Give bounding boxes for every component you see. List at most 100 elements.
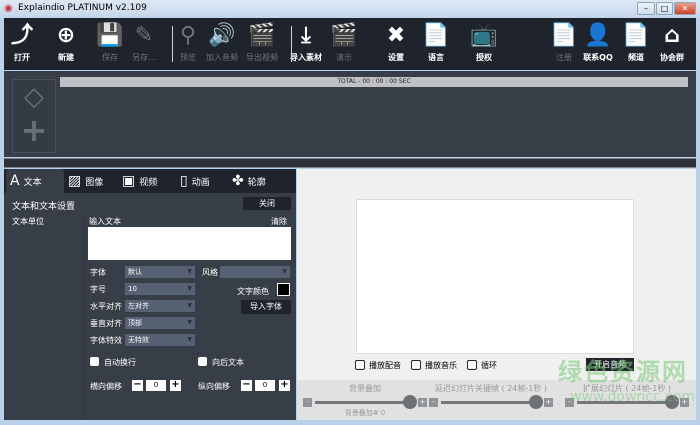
play-voice-label: 播放配音: [369, 361, 401, 370]
toolbar-button-label: 联系QQ: [583, 53, 613, 62]
close-panel-button[interactable]: 关闭: [243, 197, 291, 210]
speaker-icon: 🔊: [208, 23, 236, 48]
tv-icon: 📺: [470, 23, 498, 48]
slider-minus[interactable]: -: [303, 398, 312, 407]
toolbar-button-1[interactable]: ⊕ 新建: [44, 22, 88, 63]
backward-text-checkbox[interactable]: [198, 357, 207, 366]
tab-0[interactable]: A 文本: [6, 169, 64, 193]
timeline-total: TOTAL - 00 : 00 : 00 SEC: [60, 77, 688, 87]
toolbar-button-label: 注册: [556, 53, 572, 62]
toolbar-button-15[interactable]: ⌂ 协会群: [650, 22, 694, 63]
loop-checkbox[interactable]: [467, 360, 477, 370]
tab-label: 动画: [191, 178, 210, 188]
slider-minus[interactable]: -: [429, 398, 438, 407]
toolbar: ⤴ 打开 ⊕ 新建 💾 保存 ✎ 另存... ⚲ 预览 🔊 加入音频 🎬 导出视频 ⤓ 导入素材 🎬 演示 ✖ 设置 📄…: [4, 18, 696, 70]
minimize-button[interactable]: –: [637, 2, 655, 15]
tab-3[interactable]: ▯ 动画: [176, 169, 230, 193]
tab-icon: ▨: [68, 173, 82, 189]
certificate-icon: 📄: [422, 23, 450, 48]
maximize-button[interactable]: □: [656, 2, 673, 15]
open-file-icon: ⤴: [10, 23, 33, 48]
slider-0: 背景叠加 - + 背景叠加# 0: [303, 380, 427, 420]
h-offset-minus[interactable]: −: [132, 380, 143, 391]
input-text-label: 输入文本: [89, 217, 121, 226]
divider: [84, 215, 85, 420]
tab-icon: ▣: [122, 173, 136, 189]
toolbar-button-label: 保存: [102, 53, 118, 62]
play-voice-checkbox[interactable]: [355, 360, 365, 370]
v-offset-value[interactable]: 0: [255, 380, 275, 391]
tools-icon: ✖: [386, 23, 406, 48]
toolbar-button-8[interactable]: 🎬 演示: [322, 22, 366, 63]
tab-label: 视频: [139, 178, 158, 188]
add-slide-icon[interactable]: +: [13, 114, 55, 146]
tab-2[interactable]: ▣ 视频: [118, 169, 172, 193]
import-font-button[interactable]: 导入字体: [241, 300, 291, 314]
slider-plus[interactable]: +: [544, 398, 553, 407]
toolbar-button-9[interactable]: ✖ 设置: [374, 22, 418, 63]
slider-value: 背景叠加# 0: [344, 409, 386, 417]
effect-select[interactable]: 无特效: [125, 334, 195, 346]
window-title: Explaindio PLATINUM v2.109: [18, 3, 147, 13]
tab-1[interactable]: ▨ 图像: [64, 169, 118, 193]
font-select[interactable]: 默认: [125, 266, 195, 278]
title-bar: ◉ Explaindio PLATINUM v2.109 – □ ✕: [0, 0, 700, 18]
toolbar-button-label: 导出视频: [246, 53, 278, 62]
valign-label: 垂直对齐: [90, 319, 122, 328]
text-color-label: 文字颜色: [237, 287, 269, 296]
toolbar-button-label: 授权: [476, 53, 492, 62]
toolbar-button-10[interactable]: 📄 语言: [414, 22, 458, 63]
slider-plus[interactable]: +: [418, 398, 427, 407]
toolbar-button-5[interactable]: 🔊 加入音频: [200, 22, 244, 63]
slider-1: 延迟幻灯片关键帧 ( 24帧-1秒 ) - +: [429, 380, 553, 420]
toolbar-button-label: 设置: [388, 53, 404, 62]
clapper-icon: 🎬: [248, 23, 276, 48]
film-icon: ◇: [24, 82, 44, 112]
toolbar-button-3[interactable]: ✎ 另存...: [122, 22, 166, 63]
toolbar-button-label: 演示: [336, 53, 352, 62]
tab-label: 图像: [85, 178, 104, 188]
slider-knob[interactable]: [403, 395, 417, 409]
toolbar-button-label: 预览: [180, 53, 196, 62]
toolbar-button-6[interactable]: 🎬 导出视频: [240, 22, 284, 63]
style-label: 风格: [202, 268, 218, 277]
loop-label: 循环: [481, 361, 497, 370]
v-offset-plus[interactable]: +: [279, 380, 290, 391]
size-select[interactable]: 10: [125, 283, 195, 295]
backward-text-label: 向后文本: [212, 358, 244, 367]
autowrap-label: 自动换行: [104, 358, 136, 367]
app-icon: ◉: [4, 3, 13, 14]
size-label: 字号: [90, 285, 106, 294]
autowrap-checkbox[interactable]: [90, 357, 99, 366]
halign-select[interactable]: 左对齐: [125, 300, 195, 312]
text-input[interactable]: [88, 227, 291, 260]
play-music-checkbox[interactable]: [411, 360, 421, 370]
slider-track[interactable]: [441, 401, 541, 404]
v-offset-label: 纵向偏移: [198, 382, 230, 391]
toolbar-button-0[interactable]: ⤴ 打开: [0, 22, 44, 63]
v-offset-minus[interactable]: −: [241, 380, 252, 391]
valign-select[interactable]: 顶部: [125, 317, 195, 329]
toolbar-button-11[interactable]: 📺 授权: [462, 22, 506, 63]
close-button[interactable]: ✕: [674, 2, 696, 15]
watermark-url: www.downcc.com: [570, 389, 696, 405]
slider-label: 背景叠加: [349, 384, 381, 393]
text-color-swatch[interactable]: [277, 283, 290, 296]
timeline-add-panel: ◇ +: [12, 79, 56, 153]
slider-knob[interactable]: [529, 395, 543, 409]
slider-track[interactable]: [315, 401, 415, 404]
text-settings-panel: 文本和文本设置 关闭 文本单位 输入文本 清除 字体 默认 风格 字号 10 文…: [4, 193, 296, 420]
tab-bar: A 文本 ▨ 图像 ▣ 视频 ▯ 动画 ✤ 轮廓: [4, 169, 296, 193]
h-offset-label: 横向偏移: [90, 382, 122, 391]
style-select[interactable]: [220, 266, 290, 278]
splitter[interactable]: [4, 158, 696, 168]
h-offset-plus[interactable]: +: [170, 380, 181, 391]
tab-icon: ▯: [180, 173, 188, 189]
toolbar-button-label: 打开: [14, 53, 30, 62]
clear-button[interactable]: 清除: [271, 216, 287, 227]
halign-label: 水平对齐: [90, 302, 122, 311]
tab-label: 轮廓: [247, 178, 266, 188]
timeline: ◇ + TOTAL - 00 : 00 : 00 SEC: [4, 71, 696, 157]
h-offset-value[interactable]: 0: [146, 380, 166, 391]
tab-4[interactable]: ✤ 轮廓: [228, 169, 282, 193]
